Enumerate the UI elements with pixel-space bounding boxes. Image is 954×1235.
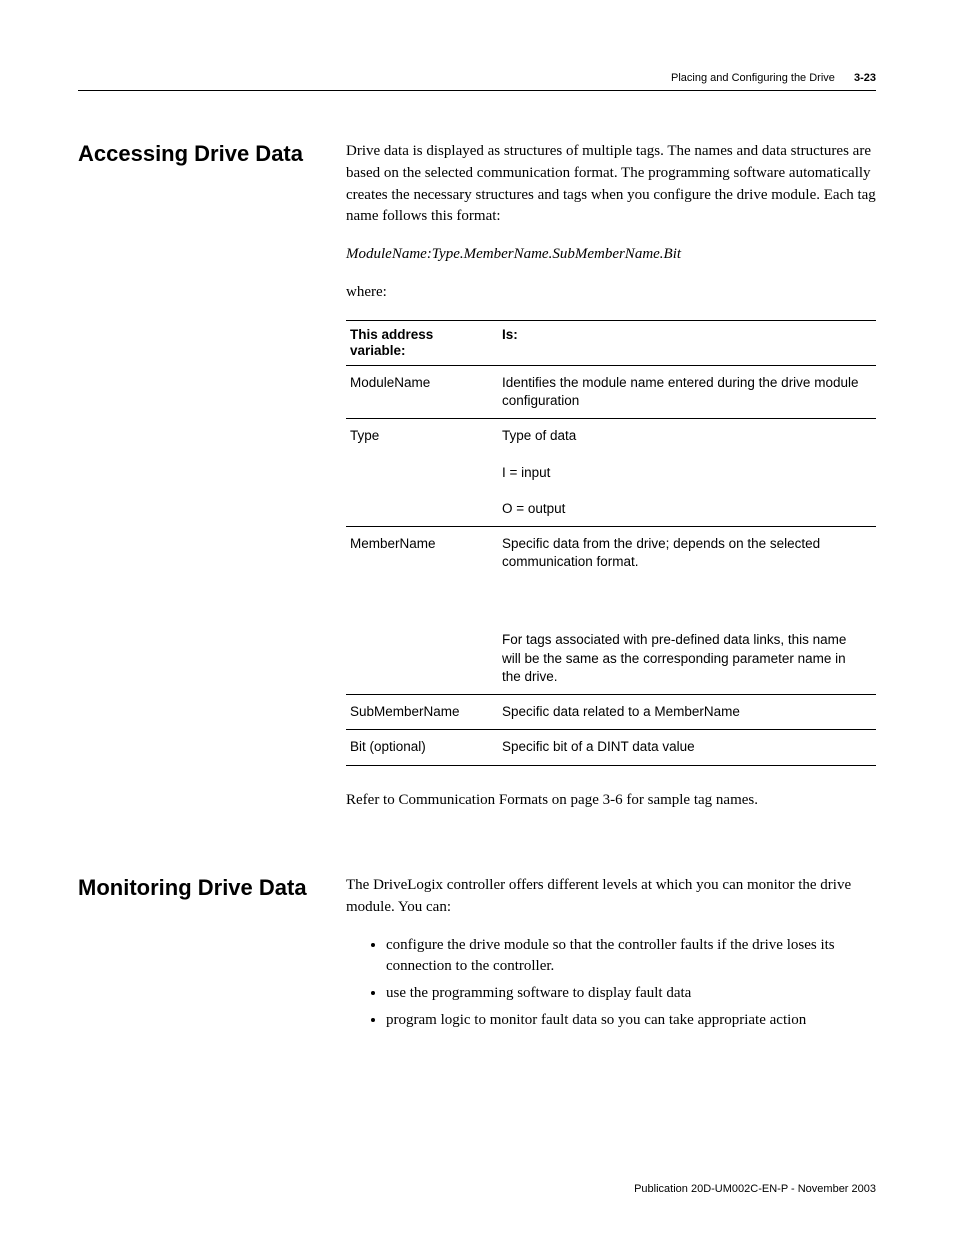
section-body: The DriveLogix controller offers differe… — [346, 875, 876, 1037]
table-cell-desc: Specific data related to a MemberName — [498, 695, 876, 730]
cell-text: Specific data related to a MemberName — [502, 703, 868, 721]
section-heading: Monitoring Drive Data — [78, 875, 346, 1037]
table-header-variable: This address variable: — [346, 320, 498, 365]
paragraph: Drive data is displayed as structures of… — [346, 141, 876, 228]
table-cell-var: MemberName — [346, 526, 498, 694]
format-line: ModuleName:Type.MemberName.SubMemberName… — [346, 244, 876, 266]
section-monitoring-drive-data: Monitoring Drive Data The DriveLogix con… — [78, 875, 876, 1037]
cell-spacer — [502, 589, 868, 613]
cell-text: O = output — [502, 500, 868, 518]
table-cell-var: ModuleName — [346, 365, 498, 418]
table-cell-desc: Identifies the module name entered durin… — [498, 365, 876, 418]
where-label: where: — [346, 282, 876, 304]
page-footer: Publication 20D-UM002C-EN-P - November 2… — [634, 1183, 876, 1195]
cell-text: I = input — [502, 464, 868, 482]
cell-text: Specific data from the drive; depends on… — [502, 535, 868, 571]
table-header-row: This address variable: Is: — [346, 320, 876, 365]
table-row: ModuleName Identifies the module name en… — [346, 365, 876, 418]
header-rule — [78, 90, 876, 91]
address-variable-table: This address variable: Is: ModuleName Id… — [346, 320, 876, 766]
table-cell-desc: Specific bit of a DINT data value — [498, 730, 876, 765]
section-body: Drive data is displayed as structures of… — [346, 141, 876, 827]
table-header-is: Is: — [498, 320, 876, 365]
section-accessing-drive-data: Accessing Drive Data Drive data is displ… — [78, 141, 876, 827]
list-item: configure the drive module so that the c… — [386, 935, 876, 977]
table-row: MemberName Specific data from the drive;… — [346, 526, 876, 694]
table-row: SubMemberName Specific data related to a… — [346, 695, 876, 730]
cell-text: Specific bit of a DINT data value — [502, 738, 868, 756]
table-cell-var: Bit (optional) — [346, 730, 498, 765]
paragraph: The DriveLogix controller offers differe… — [346, 875, 876, 919]
page-header: Placing and Configuring the Drive 3-23 — [78, 72, 876, 84]
cell-text: For tags associated with pre-defined dat… — [502, 631, 868, 686]
table-cell-var: Type — [346, 419, 498, 527]
table-row: Type Type of data I = input O = output — [346, 419, 876, 527]
table-row: Bit (optional) Specific bit of a DINT da… — [346, 730, 876, 765]
table-cell-var: SubMemberName — [346, 695, 498, 730]
section-heading: Accessing Drive Data — [78, 141, 346, 827]
page: Placing and Configuring the Drive 3-23 A… — [0, 0, 954, 1235]
refer-paragraph: Refer to Communication Formats on page 3… — [346, 790, 876, 812]
list-item: program logic to monitor fault data so y… — [386, 1010, 876, 1031]
cell-text: Identifies the module name entered durin… — [502, 374, 868, 410]
header-title: Placing and Configuring the Drive — [671, 72, 835, 84]
table-cell-desc: Type of data I = input O = output — [498, 419, 876, 527]
table-cell-desc: Specific data from the drive; depends on… — [498, 526, 876, 694]
cell-text: Type of data — [502, 427, 868, 445]
list-item: use the programming software to display … — [386, 983, 876, 1004]
bullet-list: configure the drive module so that the c… — [346, 935, 876, 1031]
header-page-number: 3-23 — [854, 72, 876, 84]
